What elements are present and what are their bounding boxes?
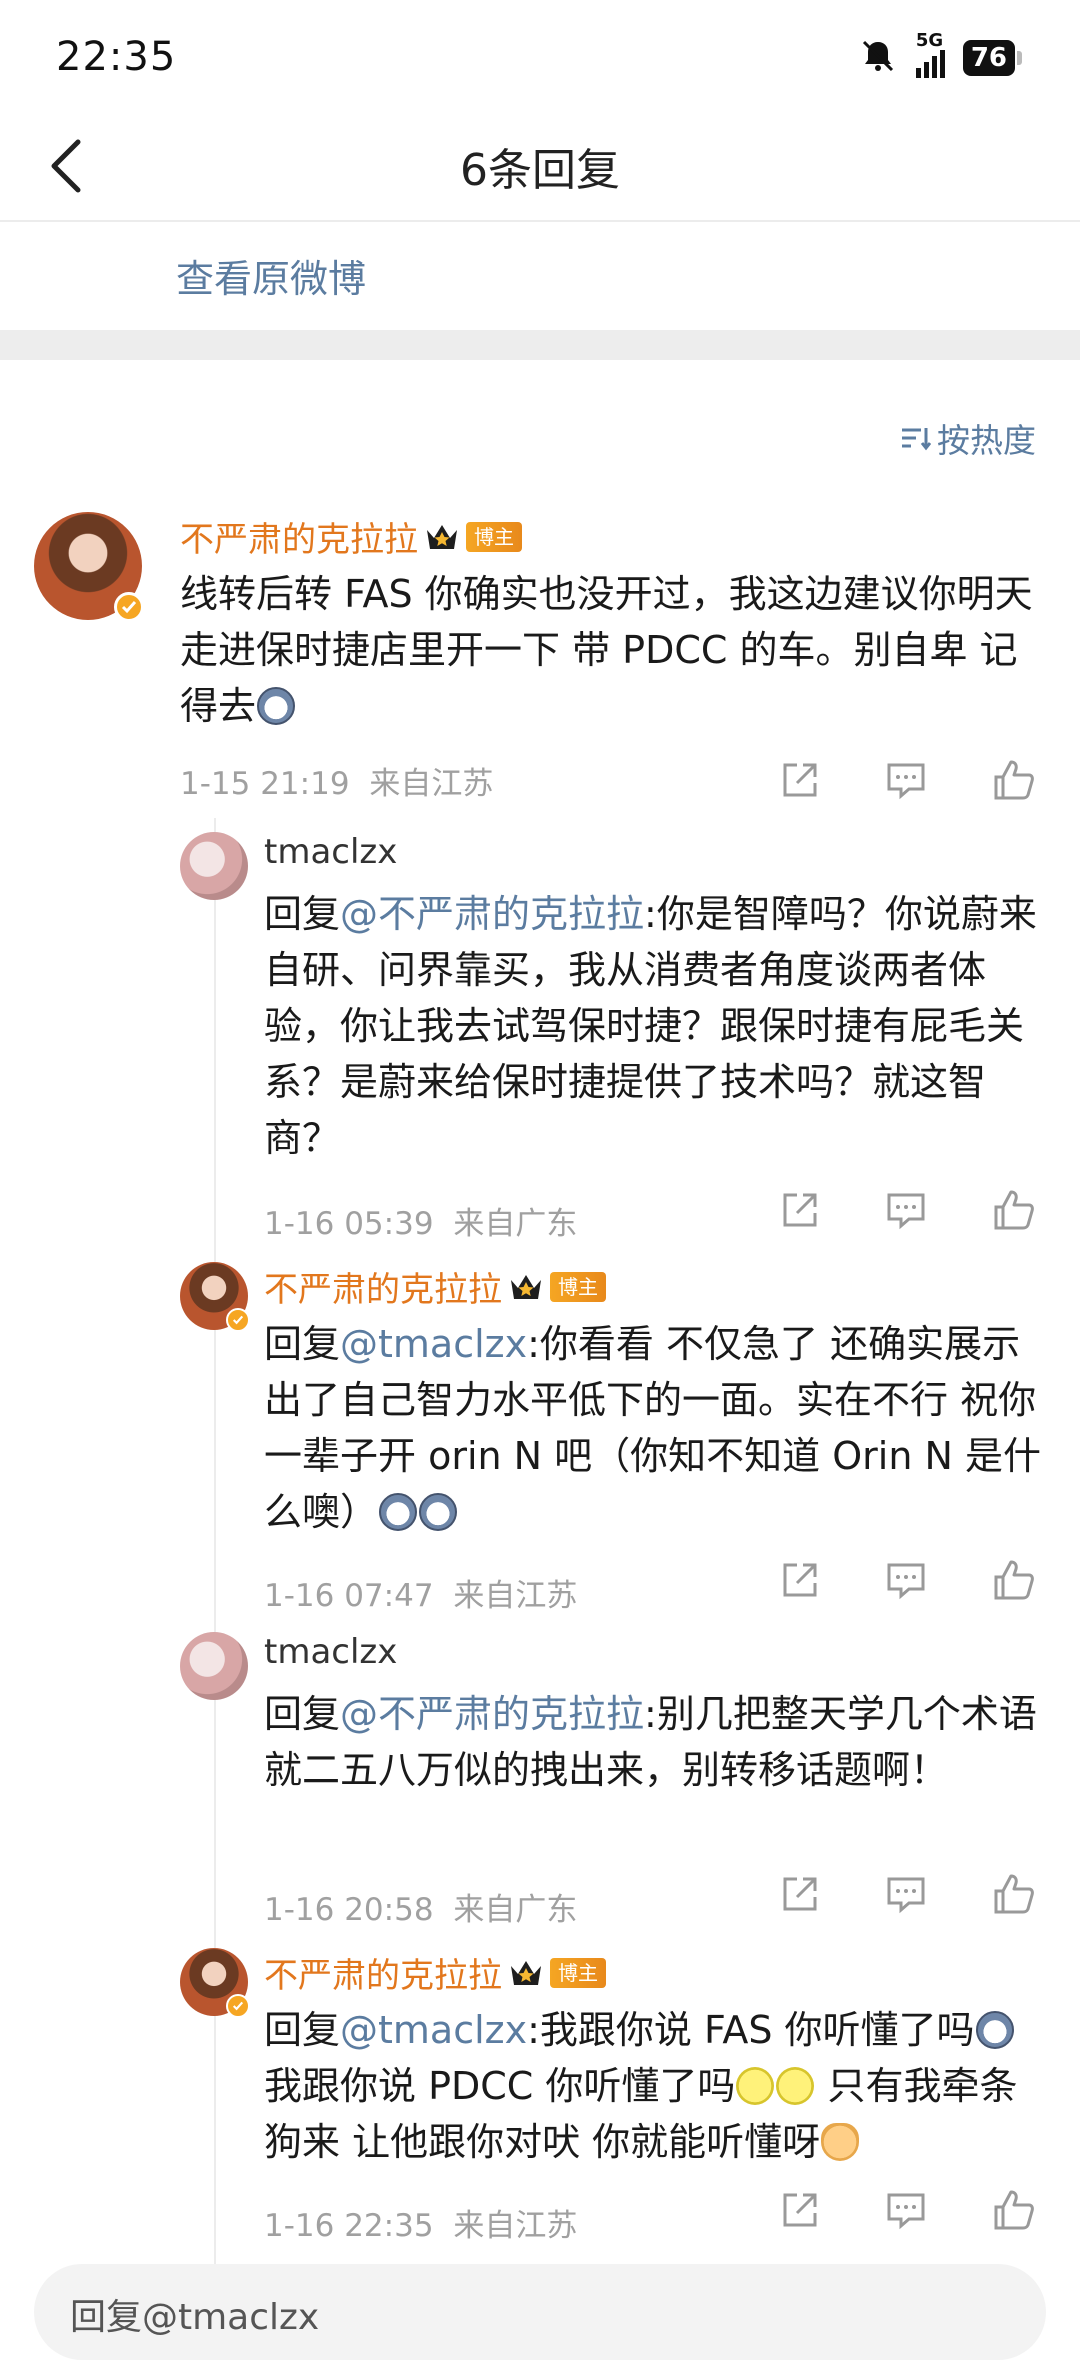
sort-icon <box>902 428 931 451</box>
status-bar: 22:35 5G 76 <box>0 0 1080 110</box>
reply-location: 来自江苏 <box>453 1578 578 1614</box>
reply-time: 1-16 05:39 <box>264 1206 434 1242</box>
reply-text: 回复@tmaclzx:我跟你说 FAS 你听懂了吗 我跟你说 PDCC 你听懂了… <box>264 2002 1054 2170</box>
reply-location: 来自广东 <box>453 1892 578 1928</box>
reply-username[interactable]: tmaclzx <box>264 1632 397 1672</box>
comment-username[interactable]: 不严肃的克拉拉 博主 <box>180 512 522 561</box>
reply-meta: 1-16 07:47 来自江苏 <box>264 1570 577 1615</box>
verified-icon <box>226 1994 250 2018</box>
dog-emoji-icon <box>975 2011 1014 2049</box>
sort-label: 按热度 <box>937 421 1036 460</box>
reply-prefix: 回复 <box>264 1692 341 1736</box>
dog-emoji-icon <box>419 1493 458 1531</box>
crown-icon <box>511 1274 541 1299</box>
comment-meta: 1-15 21:19 来自江苏 <box>180 758 493 803</box>
dog-emoji-icon <box>379 1493 418 1531</box>
reply-location: 来自广东 <box>453 1206 578 1242</box>
mention-link[interactable]: @tmaclzx <box>340 2008 527 2052</box>
mute-bell-icon <box>858 36 898 80</box>
share-icon[interactable] <box>776 1870 824 1918</box>
comment-body: 线转后转 FAS 你确实也没开过，我这边建议你明天走进保时捷店里开一下 带 PD… <box>180 572 1033 728</box>
status-time: 22:35 <box>56 34 177 80</box>
avatar[interactable] <box>180 1948 250 2018</box>
reply-meta: 1-16 22:35 来自江苏 <box>264 2200 577 2245</box>
reply-body-part1: :我跟你说 FAS 你听懂了吗 <box>527 2008 975 2052</box>
reply-text: 回复@不严肃的克拉拉:别几把整天学几个术语就二五八万似的拽出来，别转移话题啊！ <box>264 1686 1044 1798</box>
crown-icon <box>427 524 457 549</box>
share-icon[interactable] <box>776 756 824 804</box>
username-text[interactable]: 不严肃的克拉拉 <box>264 1262 502 1311</box>
section-divider <box>0 330 1080 360</box>
reply-username[interactable]: tmaclzx <box>264 832 397 872</box>
comment-time: 1-15 21:19 <box>180 766 350 802</box>
reply-text: 回复@tmaclzx:你看看 不仅急了 还确实展示出了自己智力水平低下的一面。实… <box>264 1316 1044 1540</box>
page-title: 6条回复 <box>460 145 620 196</box>
crown-icon <box>511 1960 541 1985</box>
comment-icon[interactable] <box>882 1556 930 1604</box>
reply-time: 1-16 20:58 <box>264 1892 434 1928</box>
sort-button[interactable]: 按热度 <box>899 414 1036 462</box>
avatar[interactable] <box>180 832 248 900</box>
reply-prefix: 回复 <box>264 2008 341 2052</box>
comment-icon[interactable] <box>882 756 930 804</box>
verified-icon <box>114 592 144 622</box>
network-type-label: 5G <box>915 30 944 51</box>
username-text[interactable]: 不严肃的克拉拉 <box>180 512 418 561</box>
reply-time: 1-16 22:35 <box>264 2208 434 2244</box>
share-icon[interactable] <box>776 2186 824 2234</box>
reply-username[interactable]: 不严肃的克拉拉 博主 <box>264 1948 606 1997</box>
reply-prefix: 回复 <box>264 1322 341 1366</box>
reply-location: 来自江苏 <box>453 2208 578 2244</box>
comment-icon[interactable] <box>882 2186 930 2234</box>
ok-hand-emoji-icon <box>821 2123 860 2161</box>
mention-link[interactable]: @不严肃的克拉拉 <box>340 892 644 936</box>
avatar[interactable] <box>34 512 144 622</box>
reply-prefix: 回复 <box>264 892 341 936</box>
reply-body-part2: 我跟你说 PDCC 你听懂了吗 <box>264 2064 736 2108</box>
mention-link[interactable]: @不严肃的克拉拉 <box>340 1692 644 1736</box>
status-icons: 5G 76 <box>858 30 1022 80</box>
like-icon[interactable] <box>990 1186 1038 1234</box>
battery-icon: 76 <box>962 40 1022 76</box>
view-original-link[interactable]: 查看原微博 <box>176 248 366 303</box>
lemon-emoji-icon <box>736 2067 775 2105</box>
thread-line <box>214 818 216 2268</box>
comment-icon[interactable] <box>882 1186 930 1234</box>
like-icon[interactable] <box>990 2186 1038 2234</box>
owner-badge: 博主 <box>550 1957 606 1988</box>
owner-badge: 博主 <box>550 1271 606 1302</box>
verified-icon <box>226 1308 250 1332</box>
reply-time: 1-16 07:47 <box>264 1578 434 1614</box>
avatar[interactable] <box>180 1632 248 1700</box>
owner-badge: 博主 <box>466 521 522 552</box>
reply-meta: 1-16 05:39 来自广东 <box>264 1198 577 1243</box>
reply-input-placeholder: 回复@tmaclzx <box>70 2297 320 2338</box>
comment-text: 线转后转 FAS 你确实也没开过，我这边建议你明天走进保时捷店里开一下 带 PD… <box>180 566 1040 734</box>
reply-text: 回复@不严肃的克拉拉:你是智障吗？你说蔚来自研、问界靠买，我从消费者角度谈两者体… <box>264 886 1044 1166</box>
avatar[interactable] <box>180 1262 250 1332</box>
reply-input[interactable]: 回复@tmaclzx <box>34 2264 1046 2360</box>
lemon-emoji-icon <box>776 2067 815 2105</box>
mention-link[interactable]: @tmaclzx <box>340 1322 527 1366</box>
nav-bar: 6条回复 <box>0 110 1080 222</box>
signal-icon: 5G <box>915 30 945 78</box>
reply-username[interactable]: 不严肃的克拉拉 博主 <box>264 1262 606 1311</box>
comment-icon[interactable] <box>882 1870 930 1918</box>
reply-meta: 1-16 20:58 来自广东 <box>264 1884 577 1929</box>
share-icon[interactable] <box>776 1556 824 1604</box>
dog-emoji-icon <box>257 687 296 725</box>
share-icon[interactable] <box>776 1186 824 1234</box>
username-text[interactable]: 不严肃的克拉拉 <box>264 1948 502 1997</box>
battery-level: 76 <box>962 40 1015 76</box>
like-icon[interactable] <box>990 756 1038 804</box>
comment-location: 来自江苏 <box>369 766 494 802</box>
like-icon[interactable] <box>990 1870 1038 1918</box>
like-icon[interactable] <box>990 1556 1038 1604</box>
